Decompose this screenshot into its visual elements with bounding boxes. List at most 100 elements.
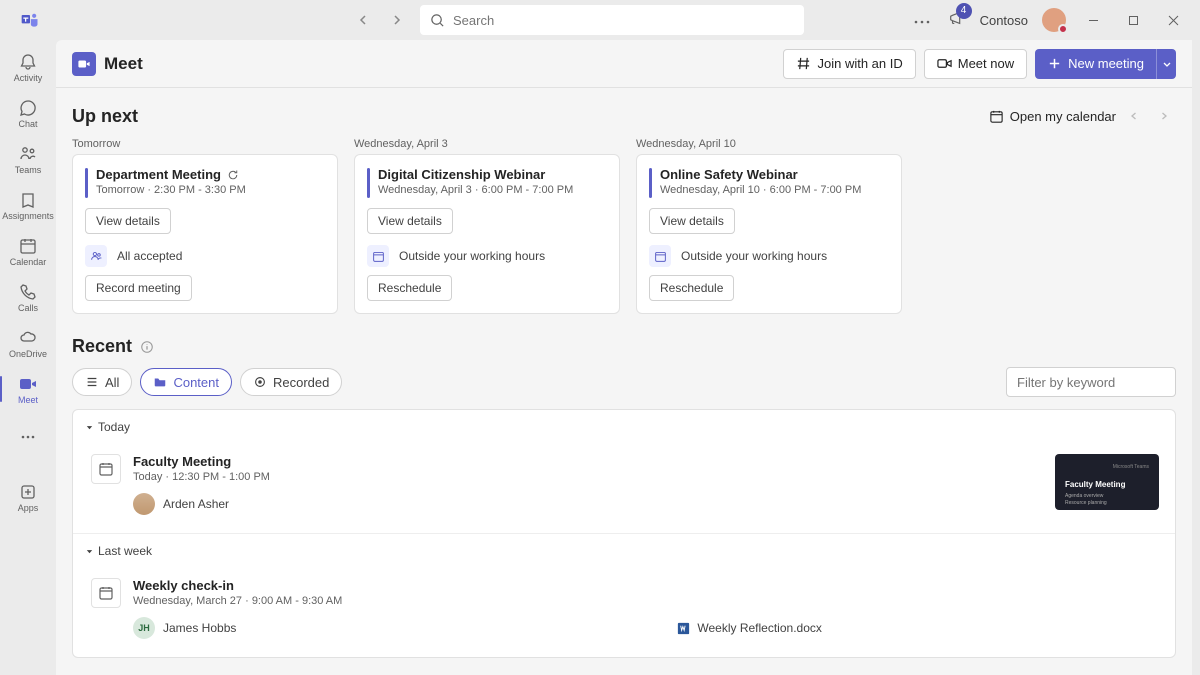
folder-icon [153,375,167,389]
button-label: Meet now [958,56,1014,71]
video-icon [937,56,952,71]
recent-title: Recent [72,336,132,357]
rail-meet[interactable]: Meet [0,366,56,412]
window-close[interactable] [1160,7,1186,33]
rail-label: Apps [18,503,39,513]
item-time: Wednesday, March 27 · 9:00 AM - 9:30 AM [133,595,1159,607]
rail-label: OneDrive [9,349,47,359]
calendar-warning-icon [367,245,389,267]
meeting-title: Online Safety Webinar [660,167,861,182]
search-icon [430,13,445,28]
rail-assignments[interactable]: Assignments [0,182,56,228]
day-label: Wednesday, April 3 [354,138,620,150]
view-details-button[interactable]: View details [367,208,453,234]
calendar-warning-icon [649,245,671,267]
pill-label: Content [173,375,219,390]
record-meeting-button[interactable]: Record meeting [85,275,192,301]
view-details-button[interactable]: View details [85,208,171,234]
item-time: Today · 12:30 PM - 1:00 PM [133,471,1043,483]
caret-down-icon [85,423,94,432]
attachment-link[interactable]: Weekly Reflection.docx [676,617,822,639]
button-label: Join with an ID [817,56,902,71]
window-minimize[interactable] [1080,7,1106,33]
link-label: Open my calendar [1010,109,1116,124]
upnext-title: Up next [72,106,138,127]
meeting-card: Online Safety Webinar Wednesday, April 1… [636,154,902,314]
meet-app-icon [72,52,96,76]
page-header: Meet Join with an ID Meet now New meetin… [56,40,1192,88]
status-text: Outside your working hours [399,249,545,263]
meeting-title: Department Meeting [96,167,246,182]
pill-label: Recorded [273,375,329,390]
forward-button[interactable] [384,7,410,33]
filter-keyword-input[interactable] [1006,367,1176,397]
word-doc-icon [676,621,691,636]
view-details-button[interactable]: View details [649,208,735,234]
user-avatar[interactable] [1042,8,1066,32]
rail-more[interactable] [0,414,56,460]
rail-onedrive[interactable]: OneDrive [0,320,56,366]
page-title: Meet [104,54,143,74]
thumb-title: Faculty Meeting [1065,480,1149,489]
person-name: Arden Asher [163,497,229,511]
group-label-text: Today [98,420,130,434]
status-text: All accepted [117,249,182,263]
info-icon[interactable] [140,340,154,354]
rail-calendar[interactable]: Calendar [0,228,56,274]
caret-down-icon [85,547,94,556]
notif-badge: 4 [956,3,972,19]
rail-calls[interactable]: Calls [0,274,56,320]
group-toggle[interactable]: Today [73,410,1175,444]
meeting-time: Wednesday, April 10 · 6:00 PM - 7:00 PM [660,184,861,196]
back-button[interactable] [350,7,376,33]
filter-content[interactable]: Content [140,368,232,396]
meeting-time: Wednesday, April 3 · 6:00 PM - 7:00 PM [378,184,573,196]
rail-activity[interactable]: Activity [0,44,56,90]
join-with-id-button[interactable]: Join with an ID [783,49,915,79]
meeting-card: Digital Citizenship Webinar Wednesday, A… [354,154,620,314]
card-accent [367,168,370,198]
person-avatar: JH [133,617,155,639]
recent-item[interactable]: Weekly check-in Wednesday, March 27 · 9:… [73,568,1175,657]
meeting-time: Tomorrow · 2:30 PM - 3:30 PM [96,184,246,196]
hash-icon [796,56,811,71]
recent-item[interactable]: Faculty Meeting Today · 12:30 PM - 1:00 … [73,444,1175,533]
upnext-next[interactable] [1152,104,1176,128]
slide-thumbnail[interactable]: Microsoft Teams Faculty Meeting Agenda o… [1055,454,1159,510]
item-title: Weekly check-in [133,578,1159,593]
filter-all[interactable]: All [72,368,132,396]
rail-label: Activity [14,73,43,83]
upnext-day: Wednesday, April 3 Digital Citizenship W… [354,138,620,314]
rail-label: Meet [18,395,38,405]
reschedule-button[interactable]: Reschedule [367,275,452,301]
rail-chat[interactable]: Chat [0,90,56,136]
presence-status [1058,24,1068,34]
upnext-day: Tomorrow Department Meeting Tomorrow · 2… [72,138,338,314]
teams-app-logo [20,10,40,30]
rail-apps[interactable]: Apps [0,474,56,520]
search-input[interactable] [453,13,794,28]
recurring-icon [227,169,239,181]
new-meeting-button[interactable]: New meeting [1035,49,1156,79]
meeting-title: Digital Citizenship Webinar [378,167,573,182]
meet-now-button[interactable]: Meet now [924,49,1027,79]
button-label: New meeting [1068,56,1144,71]
open-calendar-link[interactable]: Open my calendar [989,109,1116,124]
item-title: Faculty Meeting [133,454,1043,469]
more-button[interactable] [910,7,934,33]
group-label-text: Last week [98,544,152,558]
app-rail: Activity Chat Teams Assignments Calendar… [0,40,56,675]
day-label: Tomorrow [72,138,338,150]
chevron-down-icon [1162,59,1172,69]
group-toggle[interactable]: Last week [73,533,1175,568]
reschedule-button[interactable]: Reschedule [649,275,734,301]
new-meeting-dropdown[interactable] [1156,49,1176,79]
main-content: Meet Join with an ID Meet now New meetin… [56,40,1192,675]
filter-recorded[interactable]: Recorded [240,368,342,396]
upnext-prev[interactable] [1122,104,1146,128]
window-maximize[interactable] [1120,7,1146,33]
rail-teams[interactable]: Teams [0,136,56,182]
calendar-icon [91,578,121,608]
notifications-button[interactable]: 4 [948,9,966,32]
search-box[interactable] [420,5,804,35]
